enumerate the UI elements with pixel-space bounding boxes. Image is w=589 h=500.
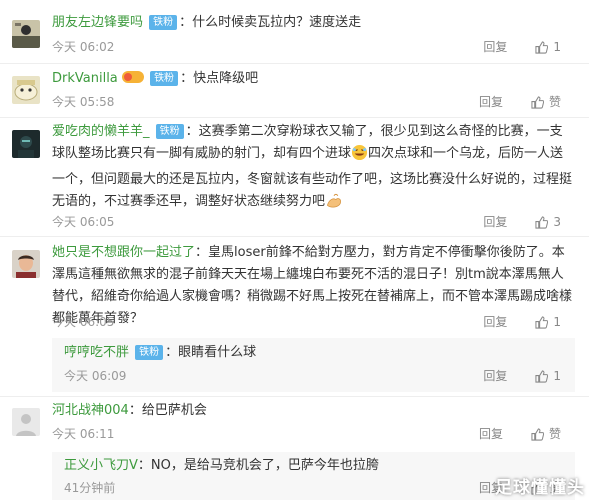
default-avatar-icon[interactable] [12, 408, 40, 436]
comment-meta: 今天 06:02 回复 1 [52, 38, 575, 56]
reply-button[interactable]: 回复 [483, 213, 507, 231]
reply-button[interactable]: 回复 [479, 425, 503, 443]
comment-content: 朋友左边锋要吗 铁粉 ：什么时候卖瓦拉内？速度送走 [52, 15, 362, 30]
like-label: 赞 [548, 95, 561, 109]
fan-badge: 铁粉 [149, 15, 178, 30]
reply-button[interactable]: 回复 [483, 313, 507, 331]
like-button[interactable]: 1 [535, 38, 561, 56]
timestamp: 今天 06:02 [52, 40, 115, 54]
username[interactable]: 正义小飞刀V [64, 458, 138, 473]
comment-content: DrkVanilla 铁粉 ：快点降级吧 [52, 68, 575, 92]
divider [0, 63, 589, 64]
like-label: 赞 [548, 427, 561, 441]
like-button[interactable]: 3 [535, 213, 561, 231]
watermark: 足球懂懂头 [495, 478, 585, 498]
username[interactable]: 朋友左边锋要吗 [52, 15, 143, 30]
username[interactable]: DrkVanilla [52, 71, 118, 86]
thumbs-up-icon [535, 369, 549, 383]
reply-button[interactable]: 回复 [483, 367, 507, 385]
timestamp: 今天 06:11 [52, 427, 115, 441]
fan-badge: 铁粉 [155, 124, 184, 139]
comment-text: 眼睛看什么球 [178, 345, 257, 360]
username[interactable]: 爱吃肉的懒羊羊_ [52, 124, 150, 139]
avatar[interactable] [12, 76, 40, 104]
comment-text: NO，是给马竞机会了，巴萨今年也拉胯 [150, 458, 379, 473]
timestamp: 今天 05:58 [52, 95, 115, 109]
comment-text: 给巴萨机会 [141, 403, 207, 418]
thumbs-up-icon [535, 40, 549, 54]
username[interactable]: 河北战神004 [52, 403, 129, 418]
comment-text: 快点降级吧 [193, 71, 259, 86]
avatar[interactable] [12, 20, 40, 48]
timestamp: 今天 06:05 [52, 315, 115, 329]
username[interactable]: 哼哼吃不胖 [64, 345, 129, 360]
like-button[interactable]: 1 [535, 367, 561, 385]
thumbs-up-icon [535, 215, 549, 229]
comment-content: 哼哼吃不胖 铁粉 ：眼睛看什么球 [64, 345, 257, 360]
avatar[interactable] [12, 250, 40, 278]
divider [0, 117, 589, 118]
divider [0, 396, 589, 397]
comment-meta: 今天 06:05 回复 1 [52, 313, 575, 331]
reply-button[interactable]: 回复 [479, 93, 503, 111]
like-count: 1 [553, 40, 561, 54]
comment-text: 什么时候卖瓦拉内？速度送走 [192, 15, 362, 30]
comment-content: 爱吃肉的懒羊羊_ 铁粉 ：这赛季第二次穿粉球衣又输了，很少见到这么奇怪的比赛，一支… [52, 121, 575, 217]
level-icon [121, 70, 144, 92]
fan-badge: 铁粉 [150, 71, 179, 86]
username[interactable]: 她只是不想跟你一起过了 [52, 245, 195, 260]
comment-meta: 今天 06:09 回复 1 [64, 367, 575, 385]
laughing-emoji-icon [351, 144, 368, 169]
reply-button[interactable]: 回复 [483, 38, 507, 56]
comment-meta: 今天 06:11 回复 赞 [52, 425, 575, 443]
avatar[interactable] [12, 130, 40, 158]
thumbs-up-icon [535, 315, 549, 329]
timestamp: 41分钟前 [64, 481, 116, 495]
thumbs-up-icon [531, 427, 544, 441]
comment-meta: 今天 05:58 回复 赞 [52, 93, 575, 111]
like-button[interactable]: 赞 [531, 425, 561, 443]
like-count: 1 [553, 315, 561, 329]
comment-meta: 今天 06:05 回复 3 [52, 213, 575, 231]
fan-badge: 铁粉 [135, 345, 164, 360]
timestamp: 今天 06:09 [64, 369, 127, 383]
like-count: 3 [553, 215, 561, 229]
like-button[interactable]: 1 [535, 313, 561, 331]
timestamp: 今天 06:05 [52, 215, 115, 229]
like-count: 1 [553, 369, 561, 383]
comment-content: 河北战神004：给巴萨机会 [52, 403, 207, 418]
divider [0, 236, 589, 237]
thumbs-up-icon [531, 95, 544, 109]
like-button[interactable]: 赞 [531, 93, 561, 111]
